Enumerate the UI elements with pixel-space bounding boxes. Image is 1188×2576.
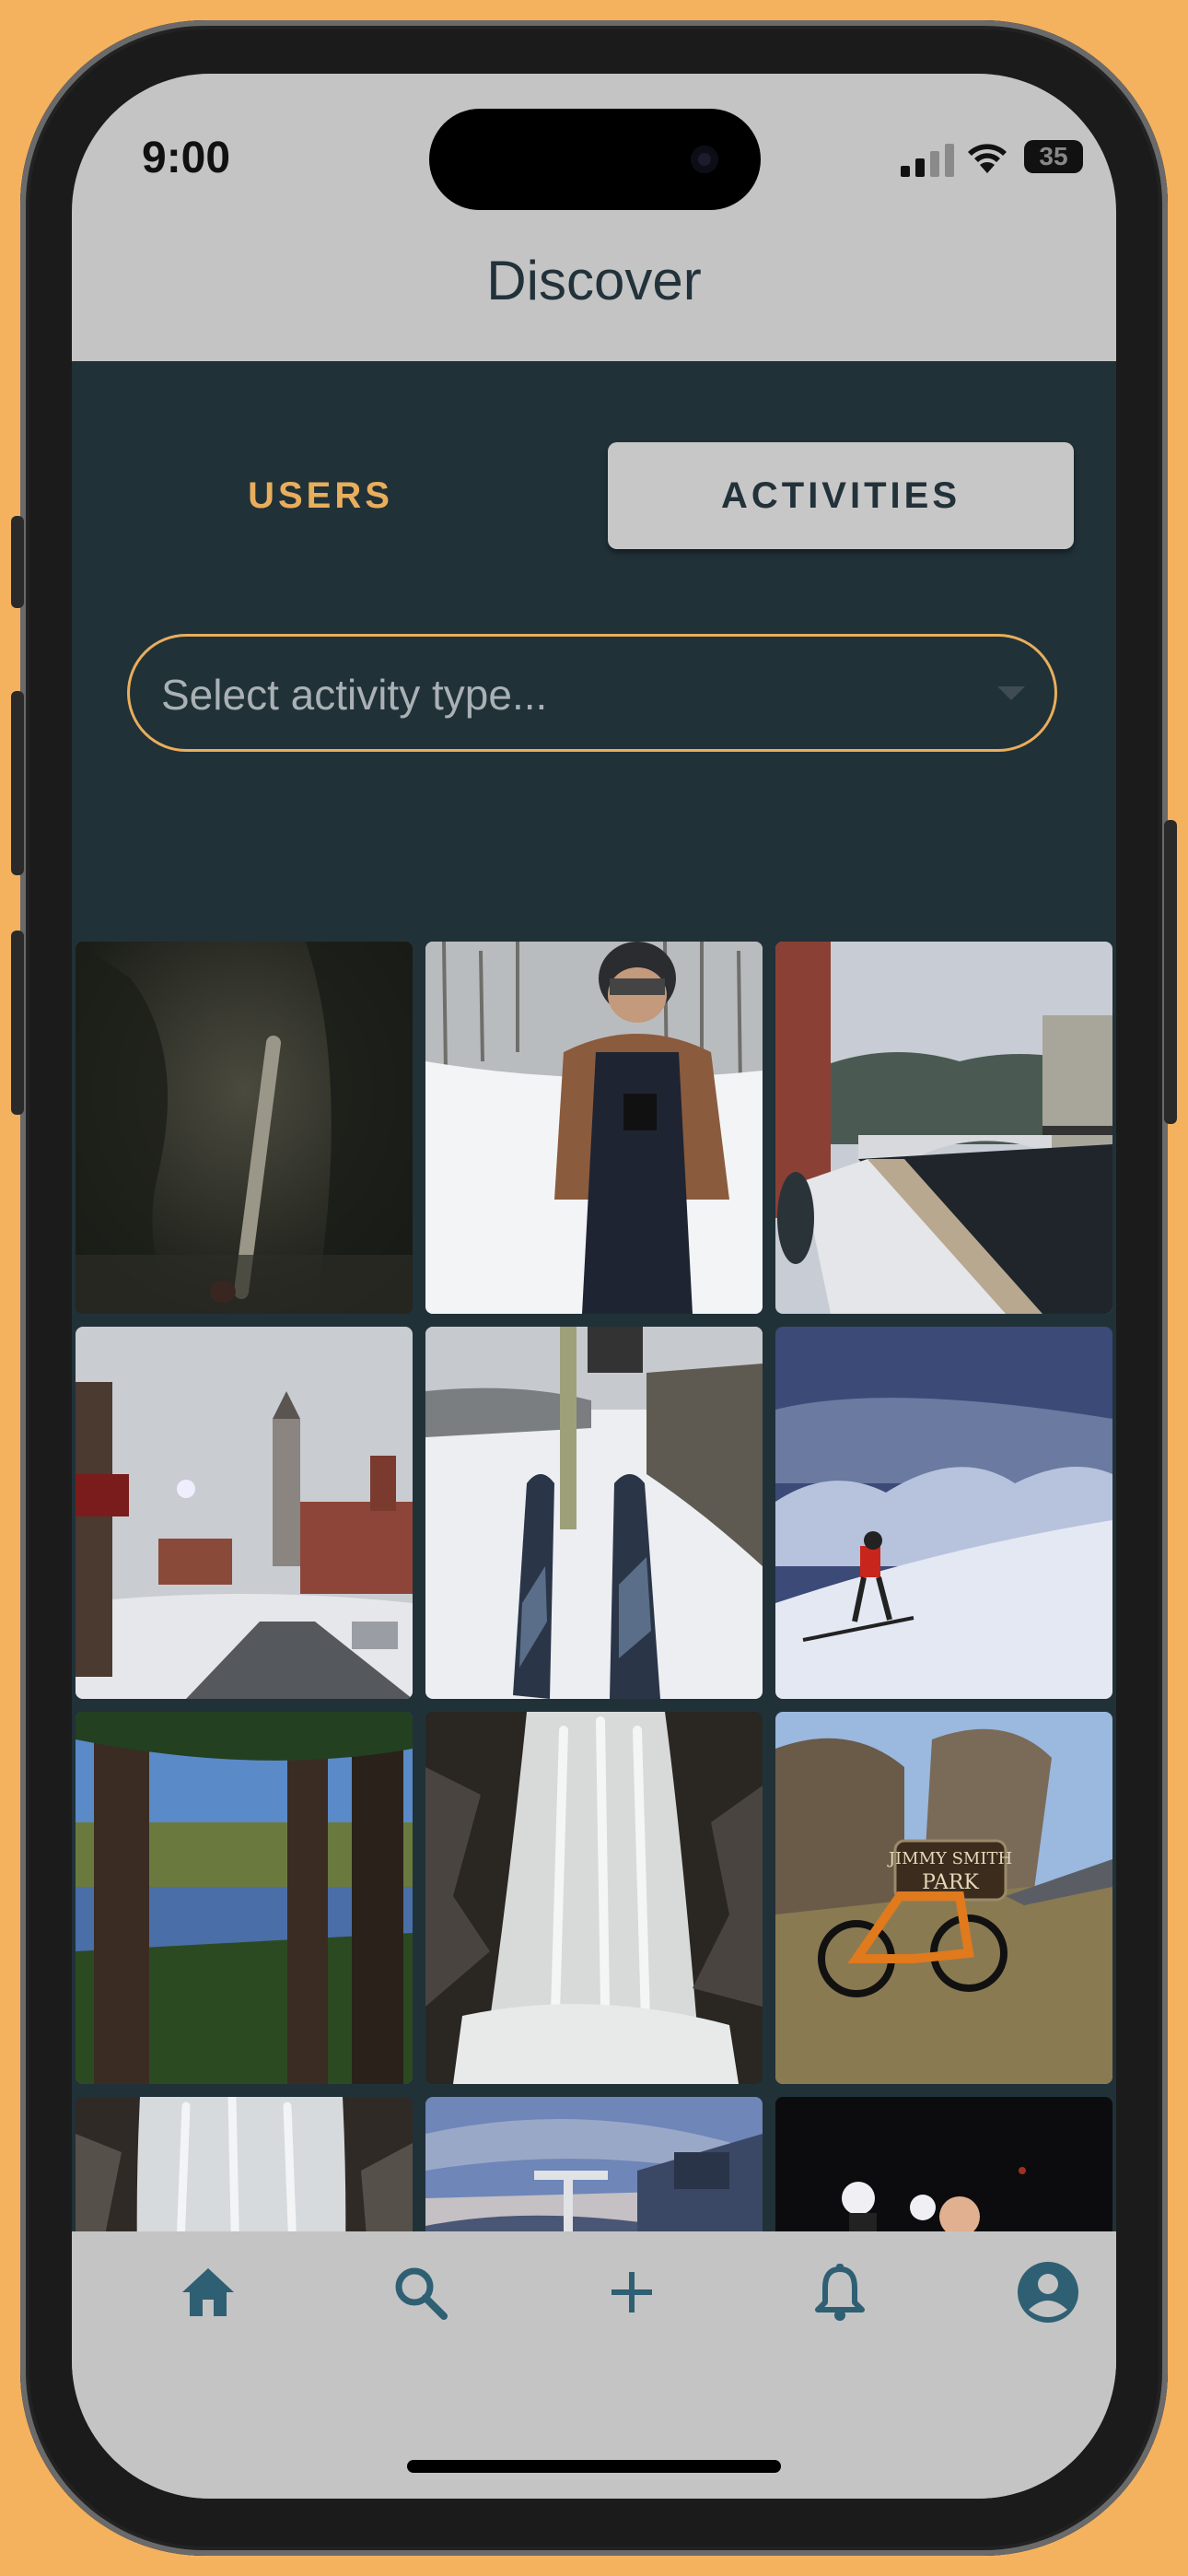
photo-tile[interactable] — [775, 1327, 1112, 1699]
home-icon[interactable] — [171, 2255, 245, 2329]
bell-icon[interactable] — [803, 2255, 877, 2329]
photo-tile[interactable] — [425, 1712, 763, 2084]
park-sign-line2: PARK — [922, 1871, 979, 1894]
app-screen: 9:00 35 Discover USERS ACTIVITIES Select… — [72, 74, 1116, 2499]
camera-icon — [691, 146, 718, 173]
photo-frozen-waterfall — [425, 1712, 763, 2084]
photo-skin-up-ridge — [775, 1327, 1112, 1699]
photo-night-hike — [775, 2097, 1112, 2231]
photo-tile[interactable] — [76, 1712, 413, 2084]
photo-ski-lift-dawn — [425, 2097, 763, 2231]
status-time: 9:00 — [142, 134, 231, 182]
photo-tile[interactable] — [425, 2097, 763, 2231]
status-bar: 9:00 35 — [72, 74, 1116, 240]
volume-up-button — [11, 691, 24, 875]
photo-tile[interactable] — [425, 1327, 763, 1699]
page-title: Discover — [486, 250, 702, 311]
activity-type-placeholder: Select activity type... — [161, 671, 548, 719]
volume-down-button — [11, 931, 24, 1115]
photo-ice-cave — [76, 942, 413, 1314]
photo-tile[interactable] — [425, 942, 763, 1314]
photo-river-bridge — [775, 942, 1112, 1314]
photo-tile[interactable] — [76, 1327, 413, 1699]
photo-tile[interactable] — [76, 2097, 413, 2231]
photo-forest-lake — [76, 1712, 413, 2084]
photo-bike-park-sign: JIMMY SMITH PARK — [775, 1712, 1112, 2084]
battery-icon: 35 — [1024, 140, 1083, 173]
add-icon[interactable] — [595, 2255, 669, 2329]
bottom-nav — [72, 2231, 1116, 2499]
power-button — [1164, 820, 1177, 1124]
wifi-icon — [968, 144, 1007, 173]
photo-tile[interactable] — [76, 942, 413, 1314]
tab-activities[interactable]: ACTIVITIES — [608, 442, 1074, 549]
action-button — [11, 516, 24, 608]
photo-tile[interactable] — [775, 942, 1112, 1314]
photo-tile[interactable] — [775, 2097, 1112, 2231]
photo-town-street — [76, 1327, 413, 1699]
home-indicator[interactable] — [407, 2460, 781, 2473]
search-icon[interactable] — [383, 2255, 457, 2329]
photo-chairlift-skis — [425, 1327, 763, 1699]
photo-tile[interactable]: JIMMY SMITH PARK — [775, 1712, 1112, 2084]
dropdown-arrow-icon — [997, 686, 1025, 700]
tab-users[interactable]: USERS — [182, 442, 459, 549]
activity-type-select[interactable]: Select activity type... — [127, 634, 1057, 752]
photo-icefall — [76, 2097, 413, 2231]
discover-panel: USERS ACTIVITIES Select activity type... — [72, 361, 1116, 2231]
signal-icon — [901, 144, 954, 177]
photo-grid: JIMMY SMITH PARK — [76, 942, 1112, 2231]
park-sign-line1: JIMMY SMITH — [887, 1849, 1012, 1868]
photo-skier-portrait — [425, 942, 763, 1314]
account-icon[interactable] — [1011, 2255, 1085, 2329]
